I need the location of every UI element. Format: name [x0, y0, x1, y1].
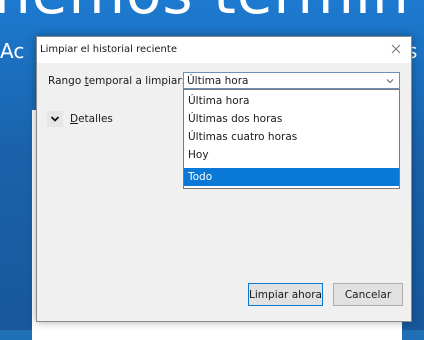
time-range-label-prefix: Rango — [48, 75, 85, 87]
details-toggle[interactable]: Detalles — [47, 111, 127, 129]
details-label-rest: etalles — [78, 113, 113, 125]
time-range-label-suffix: emporal a limpiar: — [88, 75, 186, 87]
time-range-label: Rango temporal a limpiar: — [48, 75, 185, 87]
cancel-button[interactable]: Cancelar — [333, 283, 403, 306]
clear-now-button[interactable]: Limpiar ahora — [248, 283, 323, 306]
time-range-dropdown: Última hora Últimas dos horas Últimas cu… — [183, 89, 400, 189]
dialog-title: Limpiar el historial reciente — [40, 44, 177, 55]
time-range-select-value: Última hora — [187, 75, 249, 87]
dropdown-option-last-hour[interactable]: Última hora — [184, 92, 399, 110]
dropdown-option-last-two-hours[interactable]: Últimas dos horas — [184, 110, 399, 128]
details-label: Detalles — [70, 113, 113, 125]
dropdown-option-everything[interactable]: Todo — [184, 168, 399, 186]
dropdown-option-today[interactable]: Hoy — [184, 146, 399, 164]
details-label-accelerator: D — [70, 113, 79, 125]
clear-history-dialog: Limpiar el historial reciente Rango temp… — [36, 36, 412, 322]
dialog-titlebar[interactable]: Limpiar el historial reciente — [37, 37, 411, 63]
chevron-down-icon — [50, 116, 60, 122]
background-subtitle-fragment: Ac — [0, 39, 25, 63]
time-range-select[interactable]: Última hora — [183, 72, 400, 89]
chevron-down-icon — [386, 79, 394, 84]
background-headline: nemos termin — [0, 0, 410, 22]
dropdown-option-last-four-hours[interactable]: Últimas cuatro horas — [184, 128, 399, 146]
close-button[interactable] — [387, 40, 405, 58]
close-icon — [391, 44, 401, 54]
details-expand-button[interactable] — [47, 111, 63, 127]
